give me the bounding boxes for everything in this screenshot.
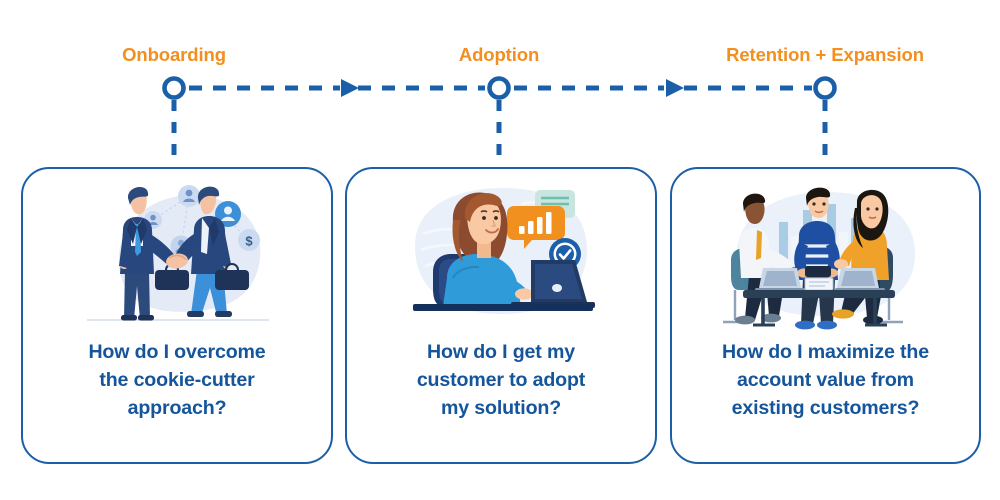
timeline-node-onboarding <box>162 76 186 100</box>
desk-surface <box>413 304 593 311</box>
card-question-retention-expansion: How do I maximize the account value from… <box>704 339 947 422</box>
stage-card-adoption[interactable]: How do I get my customer to adopt my sol… <box>345 167 657 464</box>
briefcase-left <box>155 270 189 290</box>
stage-card-retention-expansion[interactable]: How do I maximize the account value from… <box>670 167 981 464</box>
svg-text:$: $ <box>245 234 253 249</box>
briefcase-right <box>215 270 249 290</box>
desk-papers <box>804 277 833 291</box>
stage-label-retention-expansion: Retention + Expansion <box>726 44 924 65</box>
question-line: account value from <box>737 368 914 391</box>
question-line: How do I maximize the <box>722 341 929 363</box>
timeline-node-adoption <box>487 76 511 100</box>
card-question-adoption: How do I get my customer to adopt my sol… <box>399 339 603 422</box>
question-line: customer to adopt <box>416 368 586 391</box>
stage-label-onboarding: Onboarding <box>122 44 226 65</box>
dollar-badge-icon: $ <box>238 229 260 251</box>
card-question-onboarding: How do I overcome the cookie-cutter appr… <box>70 339 283 422</box>
customer-lifecycle-infographic: Onboarding Adoption Retention + Expansio… <box>0 0 1000 500</box>
timeline-track <box>162 76 837 166</box>
illustration-team-meeting <box>672 171 979 339</box>
illustration-woman-laptop <box>347 171 655 339</box>
timeline-arrow-2 <box>666 79 684 97</box>
question-line: How do I get my <box>427 341 575 363</box>
laptop-left <box>754 268 805 293</box>
stage-card-onboarding[interactable]: $ How do I overcome the cookie-cutter ap… <box>21 167 333 464</box>
stage-label-adoption: Adoption <box>458 44 540 65</box>
question-line: the cookie-cutter <box>99 368 255 391</box>
timeline-arrow-1 <box>341 79 359 97</box>
question-line: approach? <box>127 396 227 419</box>
question-line: How do I overcome <box>88 341 266 363</box>
timeline-node-retention <box>813 76 837 100</box>
question-line: existing customers? <box>731 396 920 419</box>
illustration-handshake: $ <box>23 171 331 339</box>
question-line: my solution? <box>440 396 562 419</box>
